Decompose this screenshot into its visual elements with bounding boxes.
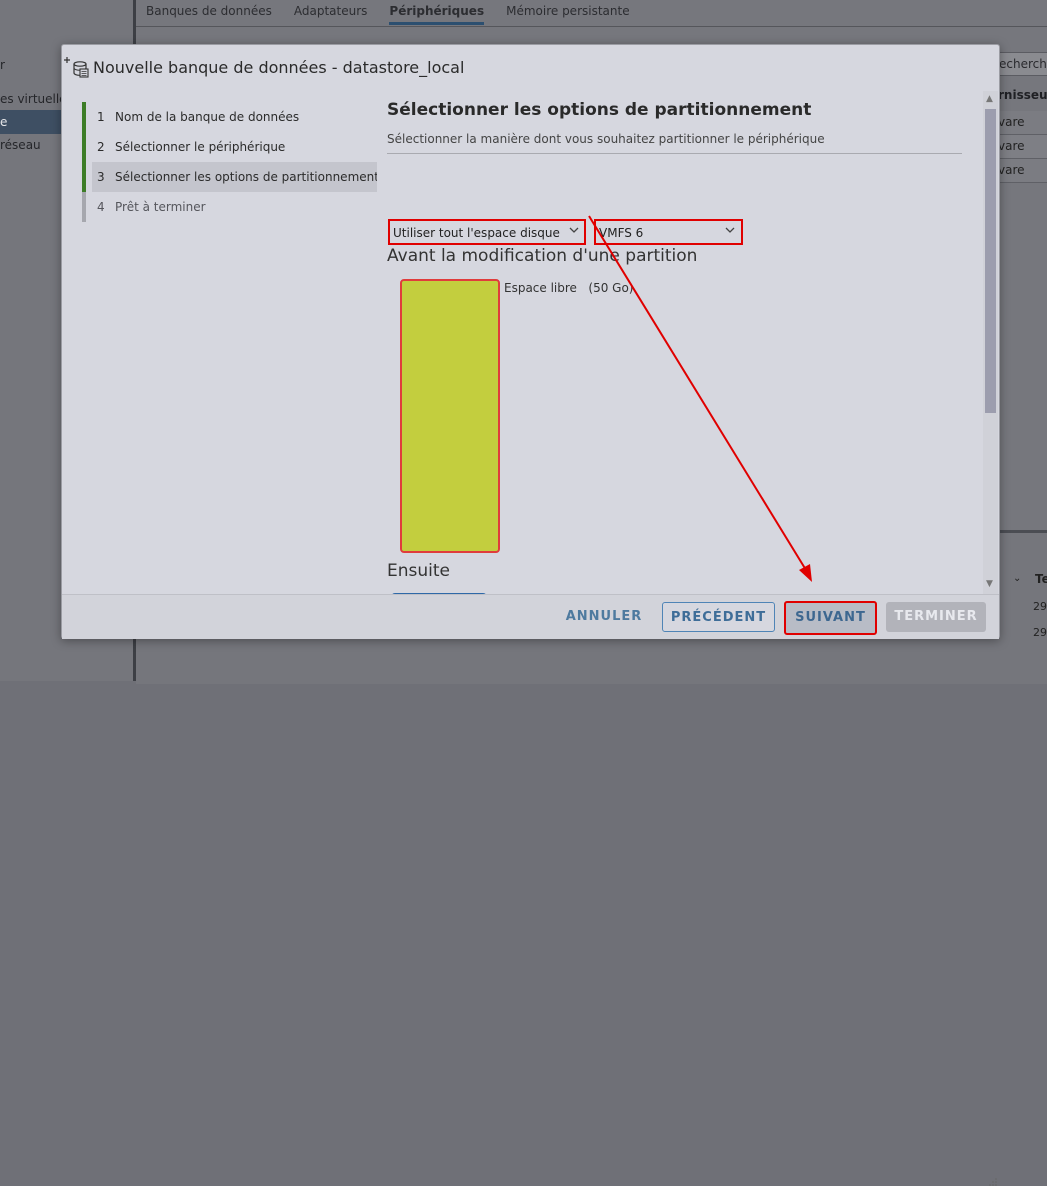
step-progress-bar bbox=[82, 192, 86, 222]
bg-chevron-down-icon: ⌄ bbox=[1013, 573, 1022, 584]
free-space-label: Espace libre (50 Go) bbox=[504, 281, 633, 295]
page-title: Sélectionner les options de partitionnem… bbox=[387, 100, 812, 120]
next-button[interactable]: SUIVANT bbox=[784, 601, 877, 635]
step-number: 2 bbox=[97, 140, 105, 154]
wizard-step-3[interactable]: 3 Sélectionner les options de partitionn… bbox=[82, 162, 379, 192]
bg-tab-divider bbox=[136, 26, 1047, 27]
bg-table-row: vare bbox=[998, 111, 1047, 135]
bg-nav-item-selected: e bbox=[0, 115, 8, 129]
dialog-header: Nouvelle banque de données - datastore_l… bbox=[62, 45, 999, 89]
partition-layout-select[interactable]: Utiliser tout l'espace disque bbox=[388, 219, 586, 245]
bg-table-header-vendor: rnisseur bbox=[998, 88, 1047, 102]
chevron-down-icon bbox=[569, 227, 579, 233]
next-button-label: SUIVANT bbox=[795, 610, 866, 625]
cancel-button[interactable]: ANNULER bbox=[559, 602, 649, 632]
dialog-footer: ANNULER PRÉCÉDENT SUIVANT TERMINER bbox=[62, 594, 999, 1186]
finish-button[interactable]: TERMINER bbox=[886, 602, 986, 632]
bg-nav-item-network: réseau bbox=[0, 138, 41, 152]
scroll-up-arrow-icon[interactable]: ▲ bbox=[986, 94, 993, 104]
step-progress-bar bbox=[82, 162, 86, 192]
wizard-step-1[interactable]: 1 Nom de la banque de données bbox=[82, 102, 377, 132]
free-space-size: (50 Go) bbox=[588, 281, 634, 295]
scrollbar-thumb[interactable] bbox=[985, 109, 996, 413]
wizard-steps: 1 Nom de la banque de données 2 Sélectio… bbox=[82, 102, 379, 222]
after-partition-heading: Ensuite bbox=[387, 561, 450, 581]
step-label: Nom de la banque de données bbox=[115, 110, 300, 124]
bg-nav-item-virtual: es virtuelle bbox=[0, 92, 67, 106]
wizard-step-2[interactable]: 2 Sélectionner le périphérique bbox=[82, 132, 377, 162]
step-label: Prêt à terminer bbox=[115, 200, 206, 214]
step-progress-bar bbox=[82, 102, 86, 132]
new-datastore-dialog: Nouvelle banque de données - datastore_l… bbox=[61, 44, 1000, 1186]
before-partition-heading: Avant la modification d'une partition bbox=[387, 246, 698, 266]
bg-nav-item-r: r bbox=[0, 58, 5, 72]
bg-tab-persistent-memory: Mémoire persistante bbox=[506, 4, 630, 18]
step-number: 3 bbox=[97, 170, 105, 184]
bg-table-row: vare bbox=[998, 135, 1047, 159]
step-number: 1 bbox=[97, 110, 105, 124]
partition-layout-value: Utiliser tout l'espace disque bbox=[393, 226, 560, 240]
bg-tab-adapters: Adaptateurs bbox=[293, 4, 368, 18]
dialog-title: Nouvelle banque de données - datastore_l… bbox=[93, 58, 465, 77]
free-space-text: Espace libre bbox=[504, 281, 577, 295]
bg-bottom-table-header: ⌄ Te bbox=[999, 566, 1047, 592]
bg-tab-bar: Banques de données Adaptateurs Périphéri… bbox=[146, 4, 652, 25]
divider bbox=[387, 153, 962, 154]
bg-search-input: echerch bbox=[998, 52, 1047, 76]
free-space-partition-block bbox=[400, 279, 500, 553]
bg-tab-devices: Périphériques bbox=[389, 4, 485, 25]
previous-button[interactable]: PRÉCÉDENT bbox=[662, 602, 775, 632]
bg-bottom-header-text: Te bbox=[1035, 572, 1047, 586]
new-datastore-icon bbox=[64, 57, 89, 78]
wizard-step-4[interactable]: 4 Prêt à terminer bbox=[82, 192, 377, 222]
bg-table-row: vare bbox=[998, 159, 1047, 183]
chevron-down-icon bbox=[725, 227, 735, 233]
vmfs-version-value: VMFS 6 bbox=[599, 226, 644, 240]
page-subtitle: Sélectionner la manière dont vous souhai… bbox=[387, 132, 825, 146]
bg-tab-datastores: Banques de données bbox=[146, 4, 272, 18]
resize-grip-icon[interactable] bbox=[989, 1178, 997, 1186]
scroll-down-arrow-icon[interactable]: ▼ bbox=[986, 579, 993, 589]
vmfs-version-select[interactable]: VMFS 6 bbox=[594, 219, 743, 245]
wizard-content: Sélectionner les options de partitionnem… bbox=[377, 91, 983, 594]
bg-bottom-cell: 29 bbox=[1033, 626, 1047, 639]
step-progress-bar bbox=[82, 132, 86, 162]
step-label: Sélectionner le périphérique bbox=[115, 140, 286, 154]
step-label: Sélectionner les options de partitionnem… bbox=[115, 170, 379, 184]
bg-bottom-cell: 29 bbox=[1033, 600, 1047, 613]
step-number: 4 bbox=[97, 200, 105, 214]
